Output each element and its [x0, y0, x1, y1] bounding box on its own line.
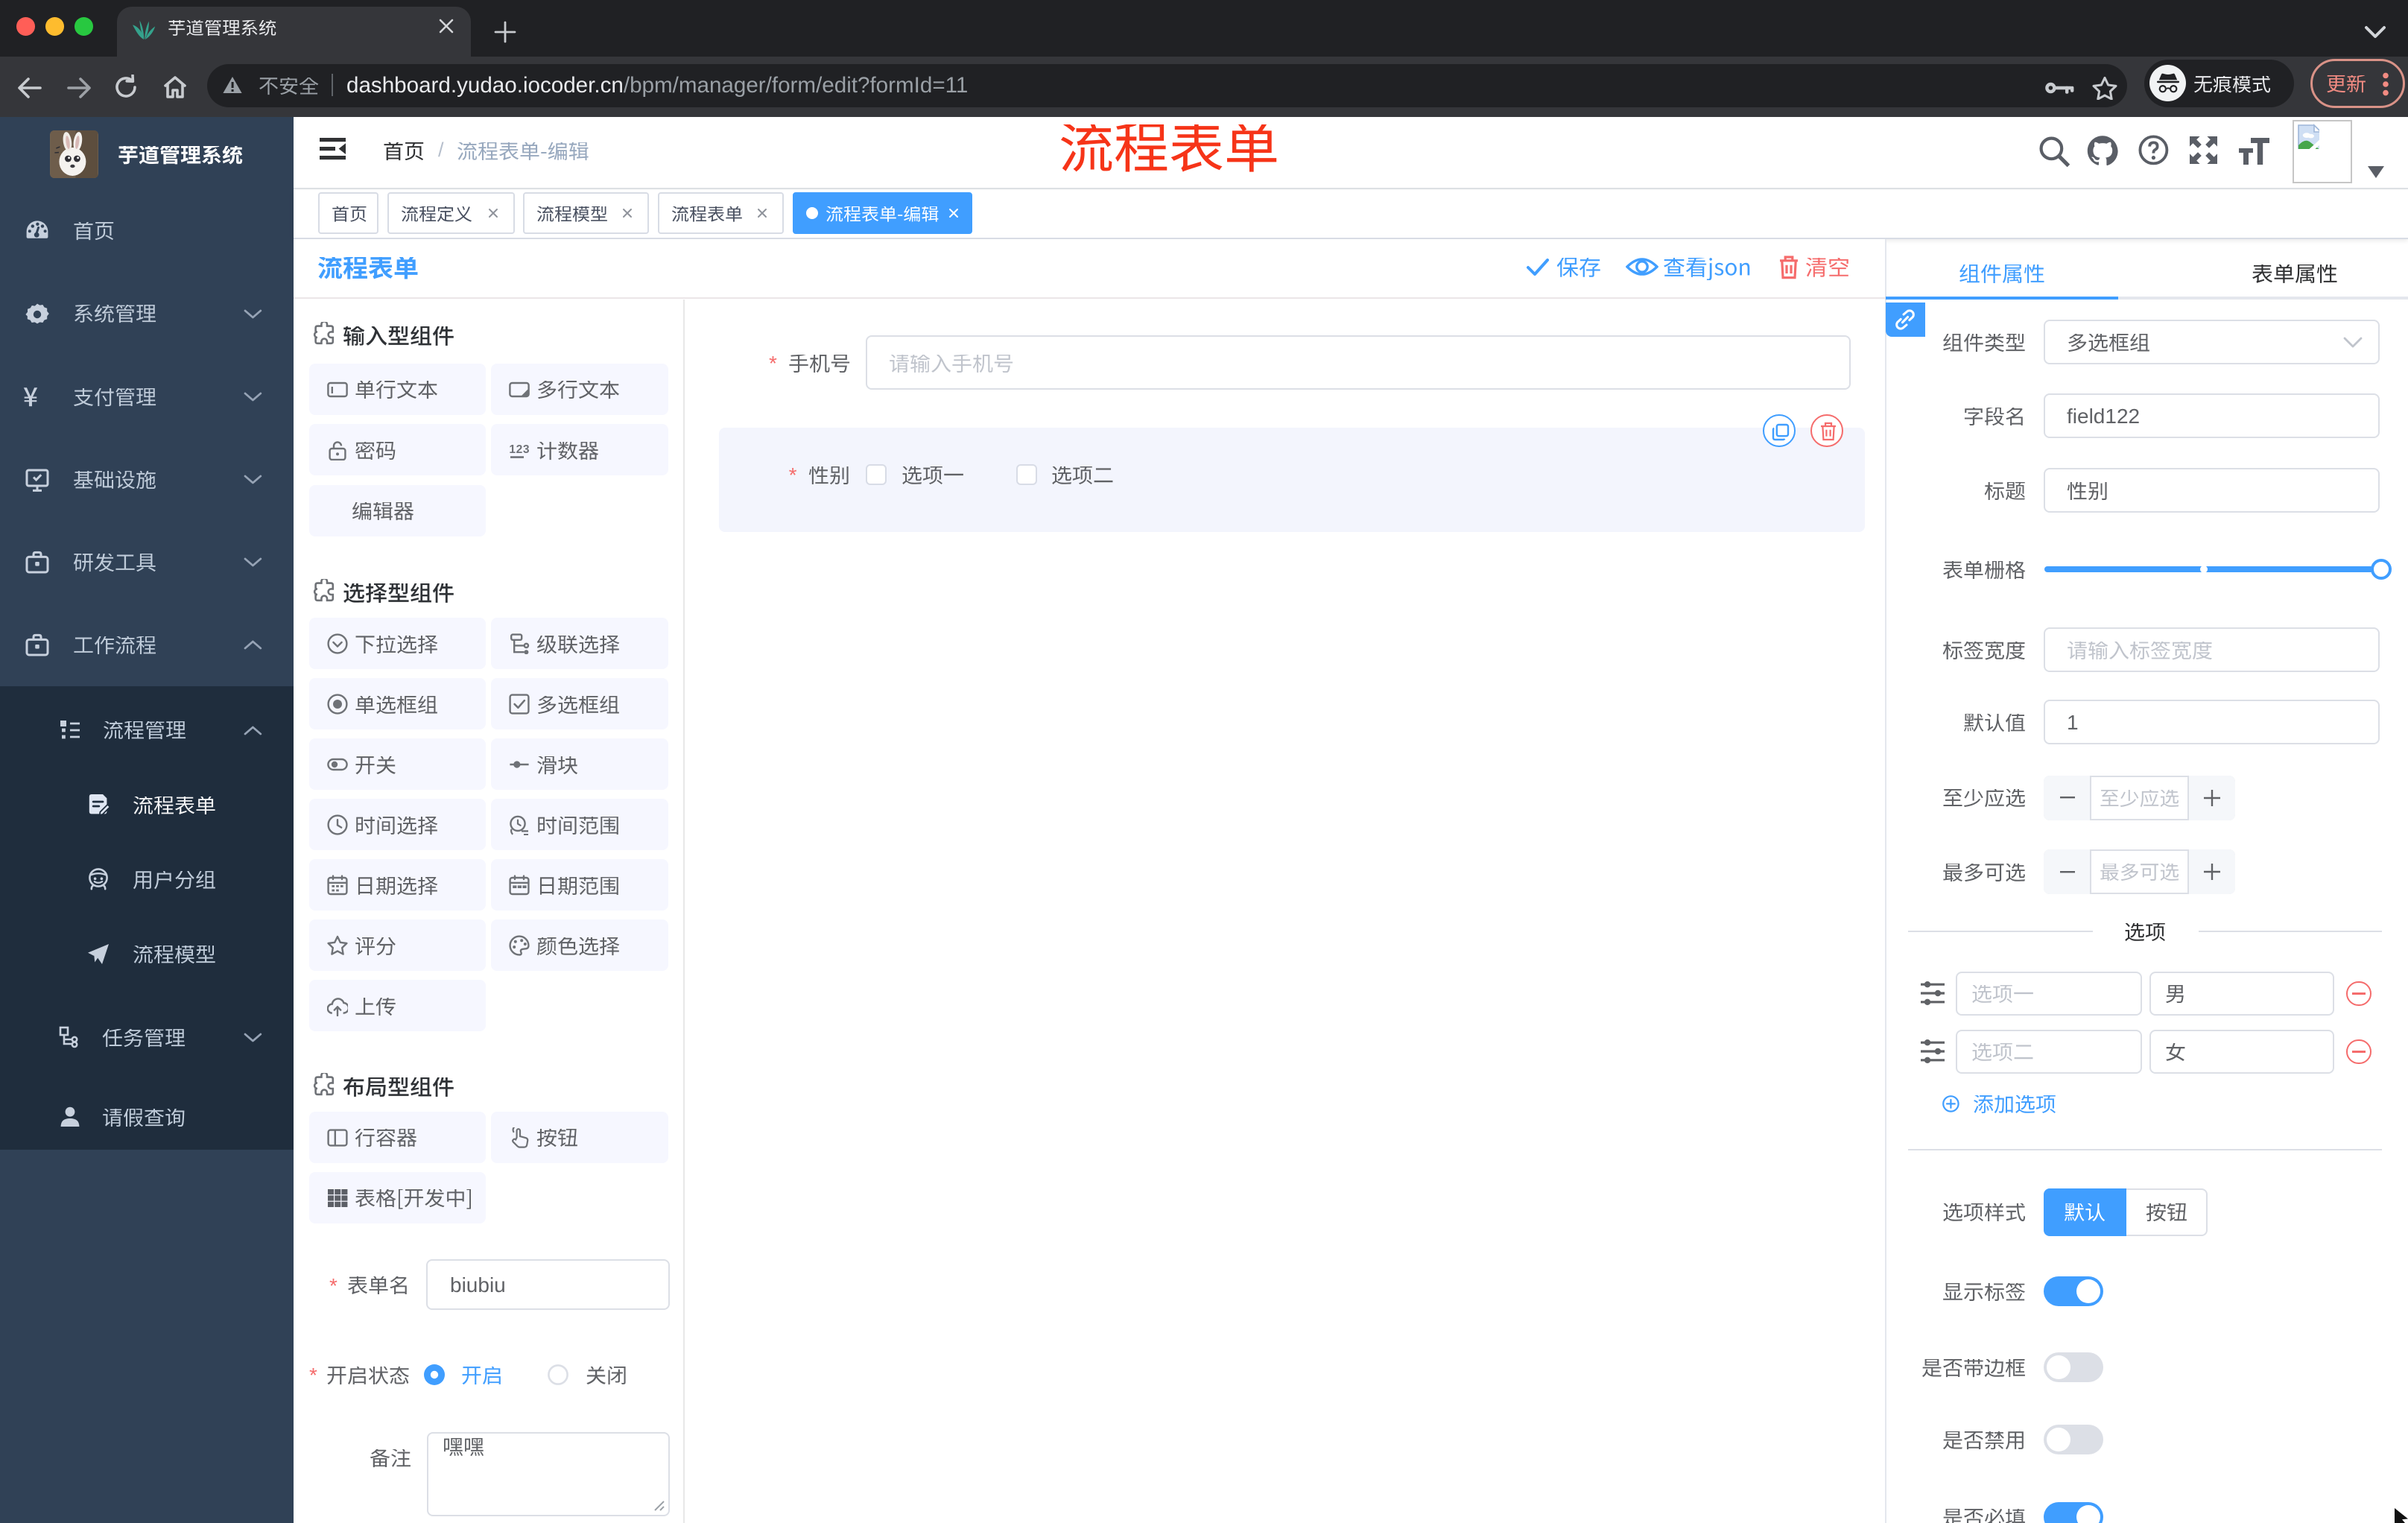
svg-text:123: 123	[510, 443, 530, 456]
